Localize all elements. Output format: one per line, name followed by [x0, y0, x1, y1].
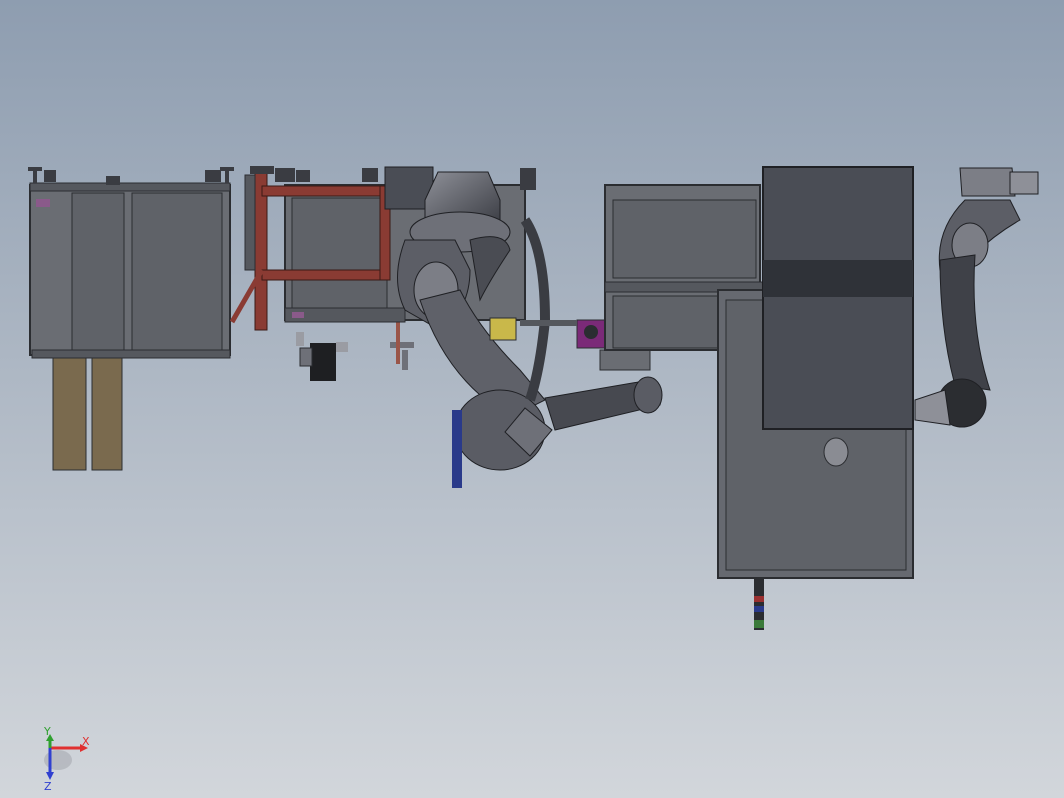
assembly-scene: X Y Z [0, 0, 1064, 798]
x-axis-label: X [82, 735, 90, 748]
left-cabinet-panel-a [71, 192, 125, 352]
right-robot-base [959, 167, 1016, 197]
wood-post-right [91, 357, 123, 471]
middle-cabinet-panel [291, 197, 388, 314]
tall-cabinet [762, 166, 914, 430]
tall-cabinet-band [763, 260, 913, 297]
right-lower-panel [612, 295, 719, 349]
yellow-component [489, 317, 517, 341]
y-axis-label: Y [43, 725, 51, 738]
purple-label [36, 199, 50, 207]
right-robot-mount [1009, 171, 1039, 195]
robot-wrist [633, 376, 663, 414]
cad-viewport[interactable]: X Y Z [0, 0, 1064, 798]
left-cabinet-top-rail [29, 182, 231, 192]
robot-tool-blue [452, 410, 462, 488]
red-frame-mid-beam [261, 269, 391, 281]
signal-tower [754, 578, 764, 630]
red-frame-rail [244, 174, 256, 271]
z-axis-label: Z [44, 780, 52, 793]
left-cabinet-panel-b [131, 192, 223, 352]
right-upper-panel [612, 199, 757, 279]
red-frame-top-beam [261, 185, 391, 197]
drain-fitting [823, 437, 849, 467]
purple-label-2 [292, 312, 304, 318]
wood-post-left [52, 357, 87, 471]
left-cabinet-base [31, 349, 231, 359]
